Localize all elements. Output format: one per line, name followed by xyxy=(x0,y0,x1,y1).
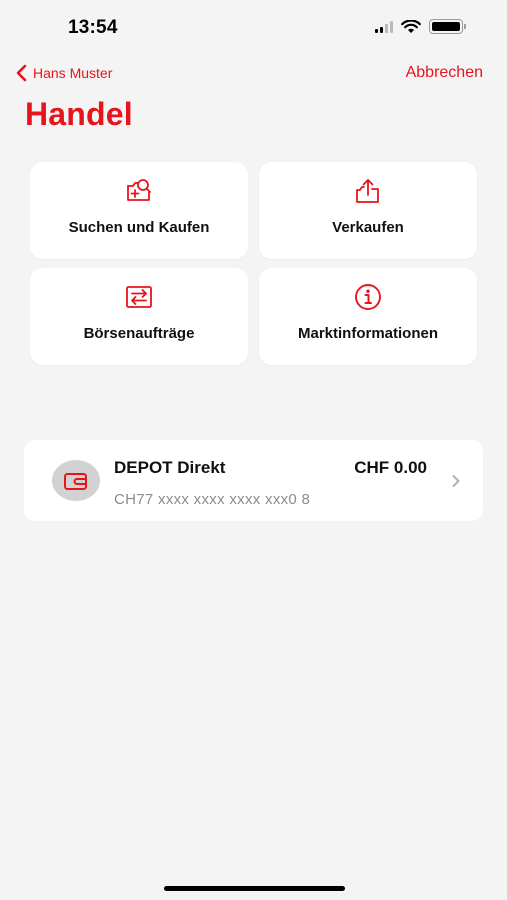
trade-screen: 13:54 Hans Muster Abbrechen Handel Suche… xyxy=(0,0,507,900)
tile-label: Börsenaufträge xyxy=(83,325,195,342)
tile-search-buy[interactable]: Suchen und Kaufen xyxy=(30,162,248,259)
navigation-bar: Hans Muster Abbrechen xyxy=(0,58,507,92)
tile-exchange-orders[interactable]: Börsenaufträge xyxy=(30,268,248,365)
status-time: 13:54 xyxy=(68,17,118,38)
account-name: DEPOT Direkt xyxy=(114,458,226,477)
wallet-icon xyxy=(64,472,87,490)
account-avatar xyxy=(52,460,100,501)
account-card-depot[interactable]: DEPOT Direkt CHF 0.00 CH77 xxxx xxxx xxx… xyxy=(24,440,483,521)
tile-label: Marktinformationen xyxy=(297,325,438,342)
battery-icon xyxy=(429,19,466,34)
info-icon xyxy=(355,284,381,310)
back-button[interactable]: Hans Muster xyxy=(16,64,112,82)
tile-label: Verkaufen xyxy=(332,219,404,236)
exchange-orders-icon xyxy=(126,286,152,308)
search-buy-icon xyxy=(127,179,151,201)
page-title: Handel xyxy=(25,96,133,132)
chevron-left-icon xyxy=(16,64,27,82)
share-sell-icon xyxy=(356,179,379,203)
chevron-right-icon xyxy=(452,475,460,487)
status-icons xyxy=(375,19,466,34)
status-bar: 13:54 xyxy=(0,0,507,58)
tile-label: Suchen und Kaufen xyxy=(68,219,210,236)
signal-icon xyxy=(375,20,393,33)
tile-market-info[interactable]: Marktinformationen xyxy=(259,268,477,365)
tile-sell[interactable]: Verkaufen xyxy=(259,162,477,259)
account-iban: CH77 xxxx xxxx xxxx xxx0 8 xyxy=(114,491,311,508)
home-indicator[interactable] xyxy=(164,886,345,891)
cancel-button[interactable]: Abbrechen xyxy=(406,64,483,82)
account-balance: CHF 0.00 xyxy=(354,458,427,477)
wifi-icon xyxy=(401,19,421,33)
back-button-label: Hans Muster xyxy=(33,65,113,81)
